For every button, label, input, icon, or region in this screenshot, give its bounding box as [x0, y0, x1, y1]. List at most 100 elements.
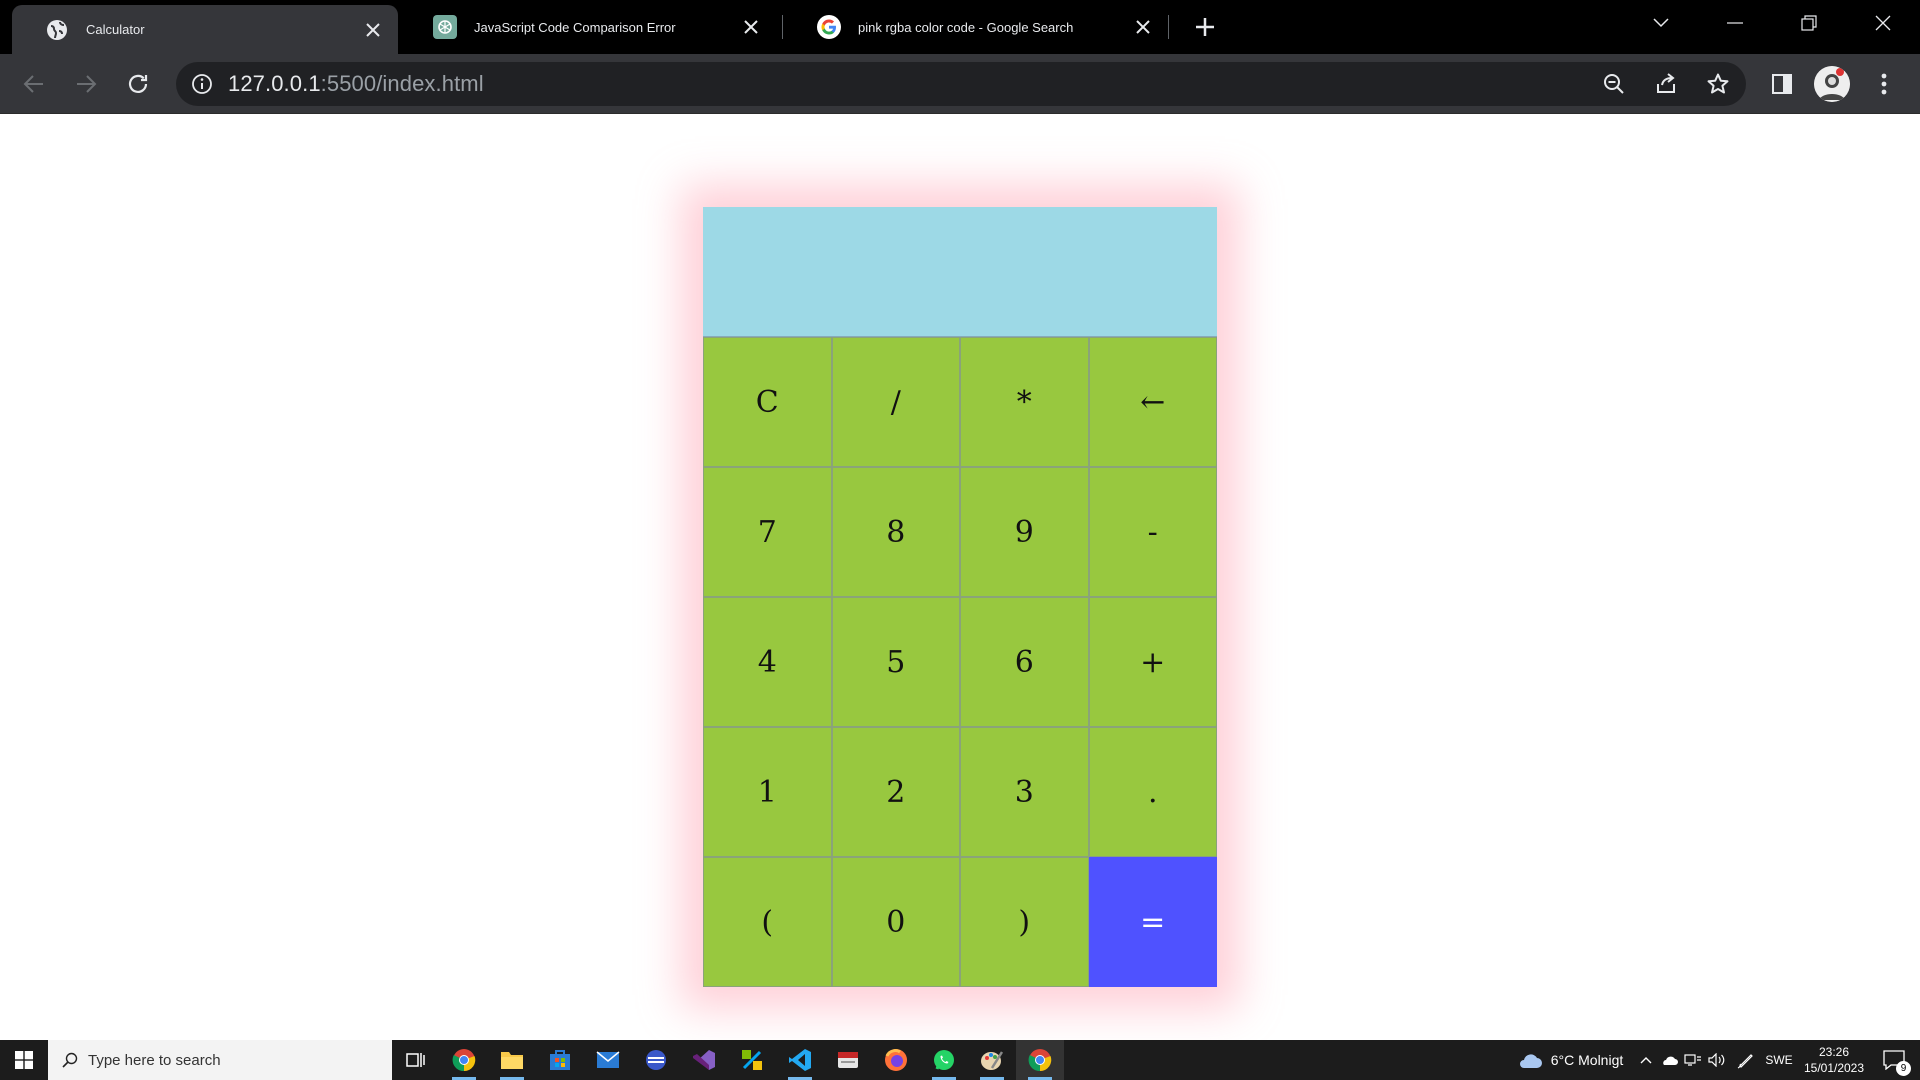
key-4[interactable]: 4: [703, 597, 832, 727]
network-icon: [1684, 1054, 1701, 1066]
taskbar-file-explorer[interactable]: [488, 1040, 536, 1080]
key-divide[interactable]: /: [831, 337, 960, 467]
volume-icon: [1708, 1053, 1725, 1067]
side-panel-button[interactable]: [1762, 64, 1802, 104]
close-icon: [1875, 15, 1891, 31]
search-icon: [62, 1052, 78, 1068]
more-vertical-icon: [1881, 73, 1887, 95]
url-path: :5500/index.html: [320, 71, 484, 96]
profile-avatar[interactable]: [1814, 66, 1850, 102]
tray-expand-button[interactable]: [1636, 1040, 1656, 1080]
start-button[interactable]: [0, 1040, 48, 1080]
chrome-icon: [452, 1049, 476, 1072]
key-5[interactable]: 5: [831, 597, 960, 727]
address-bar[interactable]: 127.0.0.1:5500/index.html: [176, 62, 1746, 106]
key-minus[interactable]: -: [1088, 467, 1217, 597]
bookmark-button[interactable]: [1698, 64, 1738, 104]
clock: 23:26 15/01/2023: [1804, 1044, 1864, 1076]
reload-icon: [128, 74, 148, 93]
minimize-button[interactable]: [1698, 0, 1772, 46]
pen-button[interactable]: [1734, 1040, 1758, 1080]
key-open-paren[interactable]: (: [703, 857, 832, 987]
taskbar-paint[interactable]: [968, 1040, 1016, 1080]
new-tab-button[interactable]: [1188, 10, 1222, 44]
tab-calculator[interactable]: Calculator: [12, 5, 398, 54]
taskbar-whatsapp[interactable]: [920, 1040, 968, 1080]
app-icon: [646, 1050, 666, 1070]
key-8[interactable]: 8: [831, 467, 960, 597]
openai-icon: [433, 15, 457, 39]
close-icon[interactable]: [1128, 12, 1158, 42]
taskbar-vscode[interactable]: [776, 1040, 824, 1080]
zoom-button[interactable]: [1594, 64, 1634, 104]
url-text: 127.0.0.1:5500/index.html: [228, 71, 484, 97]
key-equals[interactable]: =: [1088, 857, 1217, 987]
taskbar-app-blue[interactable]: [632, 1040, 680, 1080]
calculator-display: [703, 207, 1217, 337]
url-host: 127.0.0.1: [228, 71, 321, 96]
task-view-icon: [406, 1053, 425, 1067]
key-9[interactable]: 9: [960, 467, 1089, 597]
tab-title: JavaScript Code Comparison Error: [474, 19, 676, 35]
forward-button[interactable]: [66, 64, 106, 104]
close-icon[interactable]: [358, 15, 388, 45]
cloud-icon: [1519, 1054, 1542, 1068]
clock-button[interactable]: 23:26 15/01/2023: [1800, 1040, 1868, 1080]
key-multiply[interactable]: *: [960, 337, 1089, 467]
onedrive-button[interactable]: [1658, 1040, 1680, 1080]
key-0[interactable]: 0: [831, 857, 960, 987]
volume-button[interactable]: [1706, 1040, 1728, 1080]
side-panel-icon: [1772, 74, 1792, 94]
key-7[interactable]: 7: [703, 467, 832, 597]
taskbar-chrome-2[interactable]: [1016, 1040, 1064, 1080]
minimize-icon: [1727, 22, 1743, 24]
mail-icon: [596, 1051, 620, 1068]
taskbar-tool[interactable]: [728, 1040, 776, 1080]
language-button[interactable]: SWE: [1762, 1040, 1796, 1080]
tab-strip: Calculator JavaScript Code Comparison Er…: [0, 0, 1920, 54]
taskbar-store[interactable]: [536, 1040, 584, 1080]
clock-time: 23:26: [1818, 1045, 1850, 1059]
key-decimal[interactable]: .: [1088, 727, 1217, 857]
taskbar-chrome-1[interactable]: [440, 1040, 488, 1080]
tab-separator: [782, 15, 783, 39]
taskbar-search[interactable]: Type here to search: [48, 1040, 392, 1080]
tab-google-search[interactable]: pink rgba color code - Google Search: [784, 0, 1168, 54]
key-plus[interactable]: +: [1088, 597, 1217, 727]
weather-widget[interactable]: 6°C Molnigt: [1510, 1040, 1630, 1080]
network-button[interactable]: [1682, 1040, 1704, 1080]
calculator: C / * ← 7 8 9 - 4 5 6 + 1 2 3 . ( 0 ) =: [703, 207, 1217, 987]
restore-button[interactable]: [1772, 0, 1846, 46]
key-clear[interactable]: C: [703, 337, 832, 467]
taskbar-visual-studio[interactable]: [680, 1040, 728, 1080]
key-2[interactable]: 2: [831, 727, 960, 857]
vscode-icon: [789, 1049, 811, 1071]
restore-icon: [1801, 15, 1817, 31]
key-close-paren[interactable]: ): [960, 857, 1089, 987]
notification-button[interactable]: 9: [1874, 1040, 1914, 1080]
store-icon: [550, 1050, 570, 1070]
back-button[interactable]: [14, 64, 54, 104]
onedrive-icon: [1663, 1056, 1678, 1065]
info-icon[interactable]: [190, 72, 214, 96]
tab-search-button[interactable]: [1624, 0, 1698, 46]
key-1[interactable]: 1: [703, 727, 832, 857]
close-window-button[interactable]: [1846, 0, 1920, 46]
taskbar-mail[interactable]: [584, 1040, 632, 1080]
key-3[interactable]: 3: [960, 727, 1089, 857]
browser-toolbar: 127.0.0.1:5500/index.html: [0, 54, 1920, 114]
key-6[interactable]: 6: [960, 597, 1089, 727]
taskbar-app-red[interactable]: [824, 1040, 872, 1080]
reload-button[interactable]: [118, 64, 158, 104]
globe-icon: [45, 18, 69, 42]
pen-icon: [1737, 1054, 1753, 1069]
menu-button[interactable]: [1864, 64, 1904, 104]
key-backspace[interactable]: ←: [1088, 337, 1217, 467]
tab-javascript-code[interactable]: JavaScript Code Comparison Error: [400, 0, 776, 54]
paint-icon: [981, 1051, 1004, 1070]
taskbar-firefox[interactable]: [872, 1040, 920, 1080]
windows-icon: [15, 1051, 33, 1069]
task-view-button[interactable]: [392, 1040, 440, 1080]
close-icon[interactable]: [736, 12, 766, 42]
share-button[interactable]: [1646, 64, 1686, 104]
